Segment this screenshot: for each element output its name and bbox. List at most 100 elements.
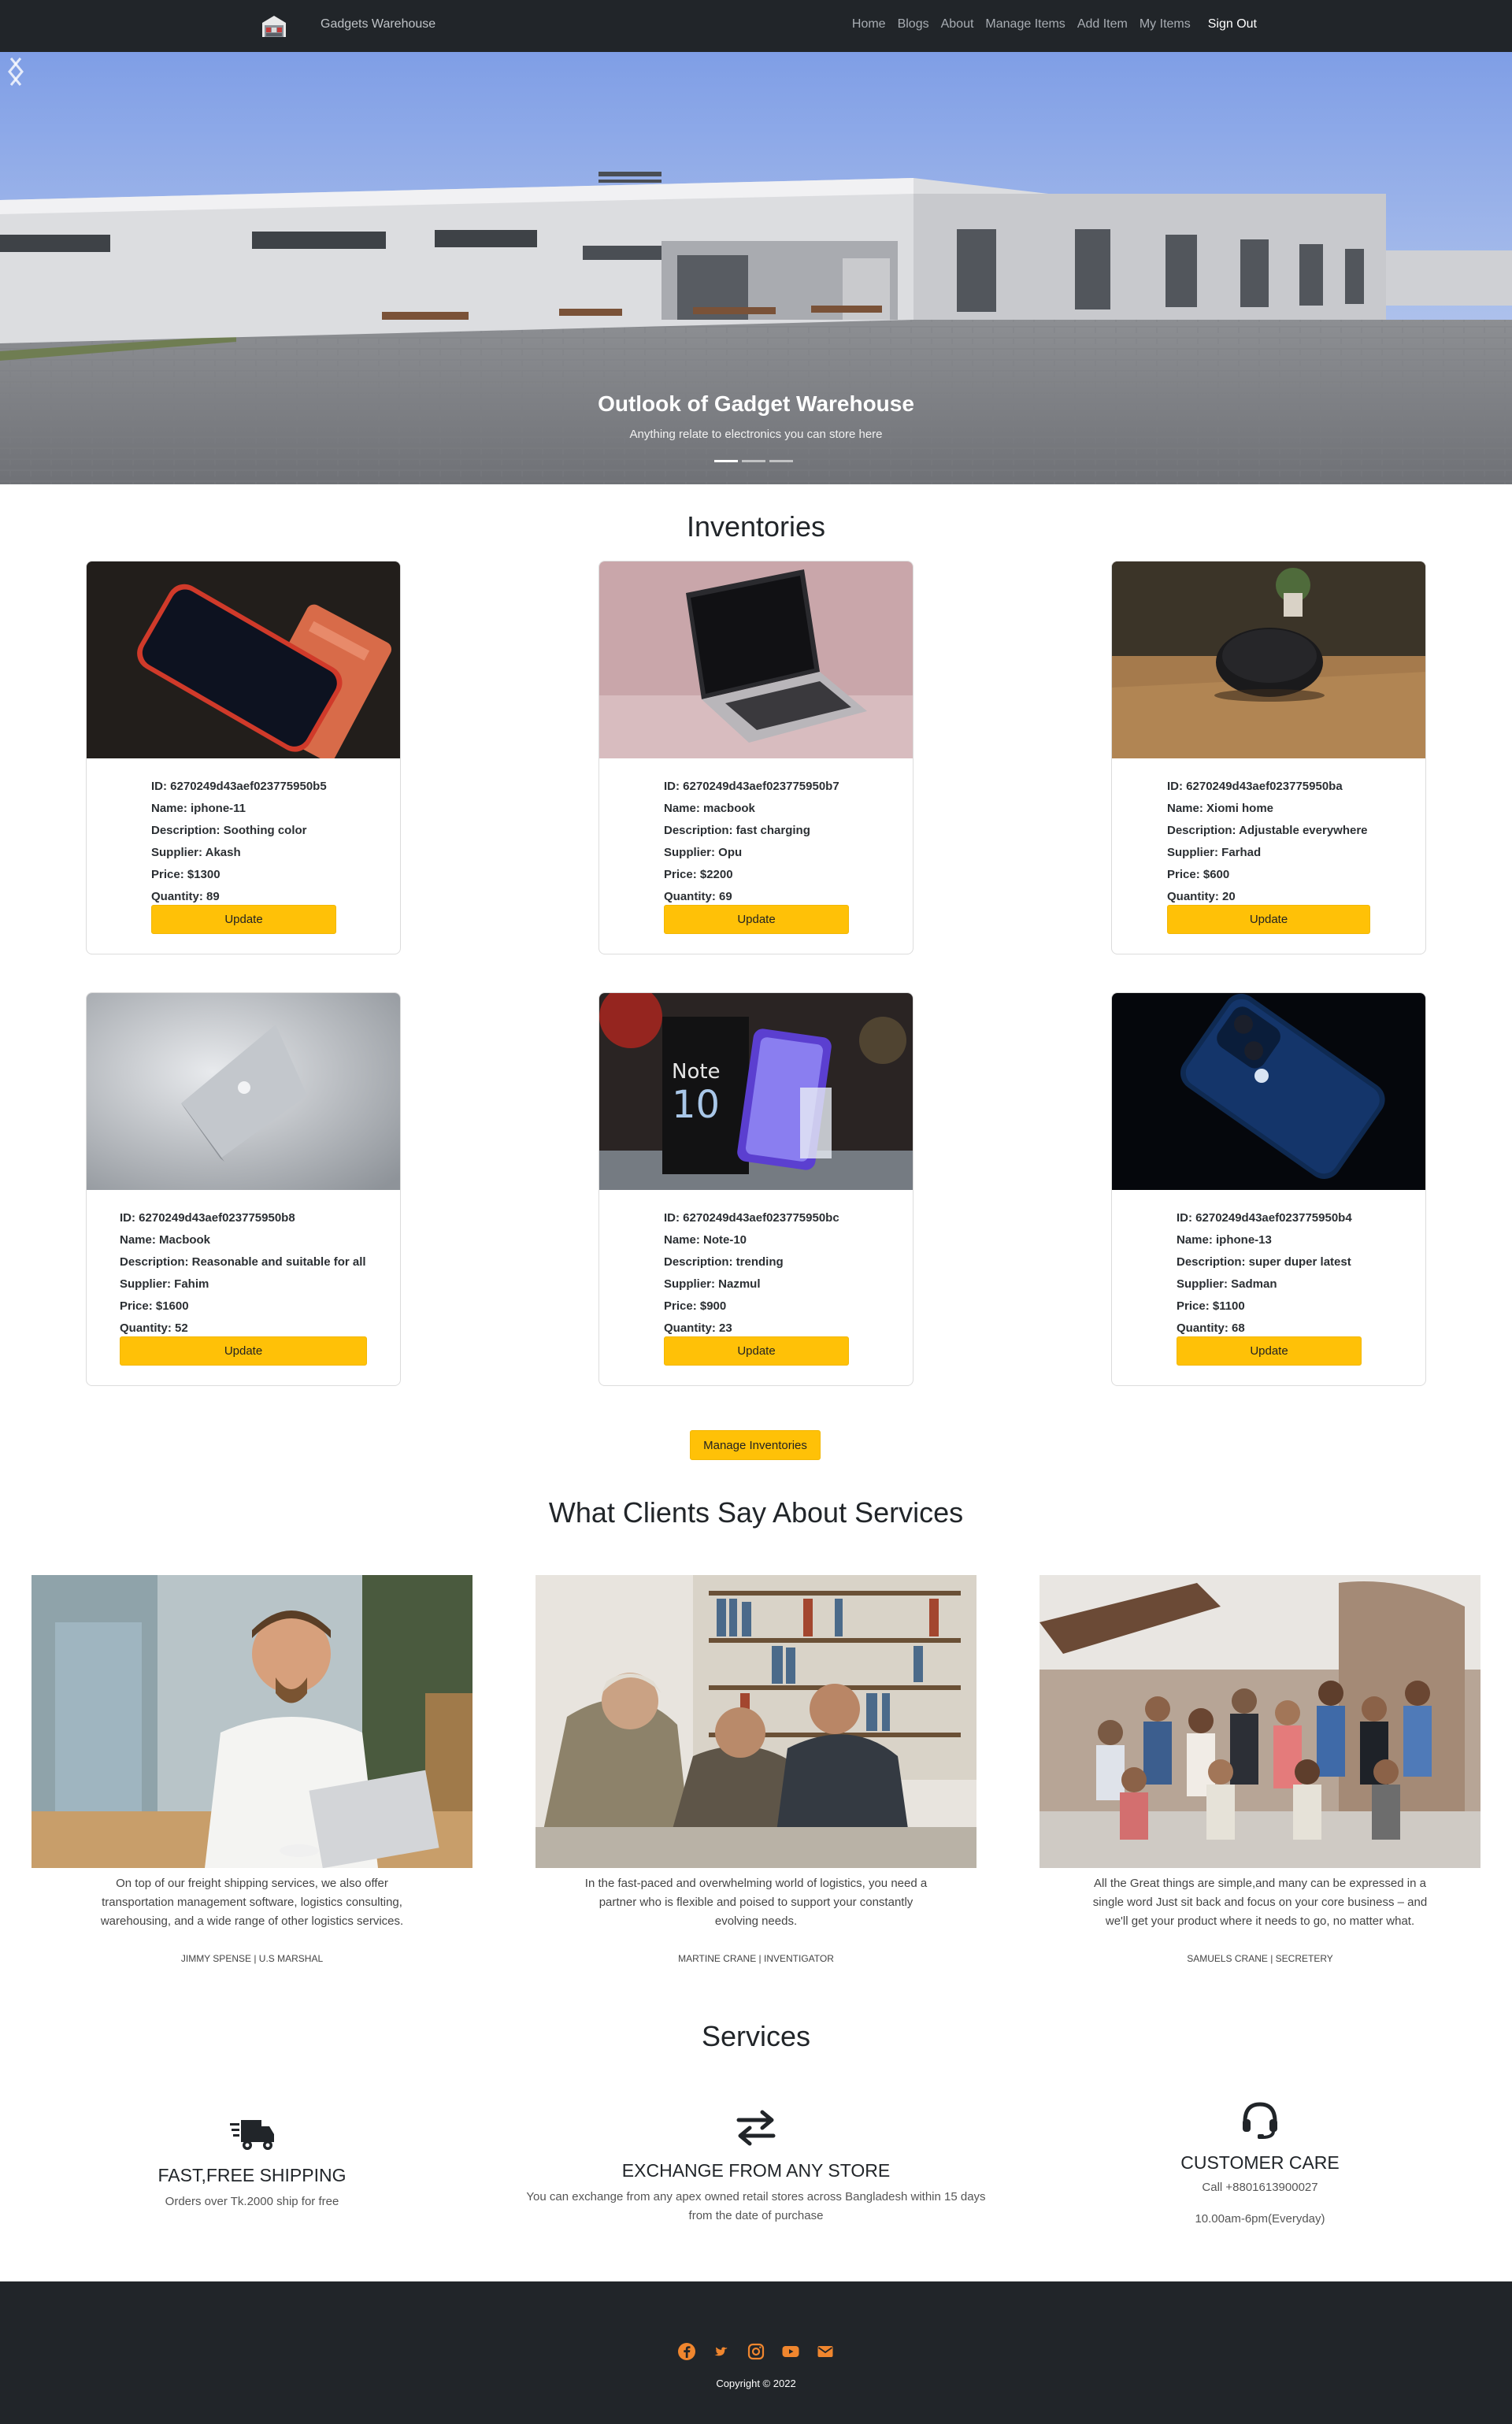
product-info: ID: 6270249d43aef023775950b4 Name: iphon… [1177,1207,1352,1340]
navbar: Gadgets Warehouse Home Blogs About Manag… [0,0,1512,52]
testimonial-photo [536,1575,976,1868]
carousel-next-icon[interactable] [0,52,32,91]
hero-title: Outlook of Gadget Warehouse [598,391,914,416]
update-button[interactable]: Update [1177,1336,1362,1366]
testimonial-card: In the fast-paced and overwhelming world… [536,1575,976,1964]
svg-text:Note: Note [672,1060,721,1084]
service-desc: You can exchange from any apex owned ret… [526,2190,986,2203]
testimonial-quote: On top of our freight shipping services,… [100,1877,404,1928]
inventory-card: ID: 6270249d43aef023775950ba Name: Xiomi… [1111,561,1426,954]
product-name: Name: Note-10 [664,1233,747,1247]
update-button[interactable]: Update [664,905,849,934]
hero-caption: Outlook of Gadget Warehouse Anything rel… [0,391,1512,441]
product-image-macbook-silver [87,993,400,1190]
inventory-card: ID: 6270249d43aef023775950b4 Name: iphon… [1111,992,1426,1386]
facebook-icon[interactable] [677,2342,696,2361]
product-supplier: Supplier: Farhad [1167,846,1262,859]
service-title: CUSTOMER CARE [1180,2152,1340,2173]
product-id: ID: 6270249d43aef023775950ba [1167,780,1343,793]
testimonial-quote: In the fast-paced and overwhelming world… [584,1877,928,1928]
nav-link-blogs[interactable]: Blogs [898,17,929,32]
product-supplier: Supplier: Akash [151,846,241,859]
product-name: Name: iphone-13 [1177,1233,1272,1247]
service-customer-care: CUSTOMER CARE Call +8801613900027 10.00a… [1102,2098,1418,2229]
twitter-icon[interactable] [712,2342,731,2361]
svg-text:10: 10 [672,1083,720,1127]
service-shipping: FAST,FREE SHIPPING Orders over Tk.2000 s… [94,2115,410,2211]
product-price: Price: $900 [664,1299,727,1313]
service-desc: Orders over Tk.2000 ship for free [165,2195,339,2208]
footer: Copyright © 2022 [0,2281,1512,2424]
testimonial-author: JIMMY SPENSE | U.S MARSHAL [180,1953,324,1964]
product-info: ID: 6270249d43aef023775950b7 Name: macbo… [664,776,839,908]
warehouse-logo-icon[interactable] [260,12,288,40]
update-button[interactable]: Update [120,1336,367,1366]
product-info: ID: 6270249d43aef023775950b5 Name: iphon… [151,776,327,908]
testimonial-photo [32,1575,472,1868]
nav-link-about[interactable]: About [941,17,974,32]
inventory-card: ID: 6270249d43aef023775950b5 Name: iphon… [86,561,401,954]
product-price: Price: $600 [1167,868,1230,881]
service-hours: 10.00am-6pm(Everyday) [1195,2212,1325,2226]
manage-inventories-button[interactable]: Manage Inventories [690,1430,821,1460]
services-title: Services [701,2020,811,2052]
inventory-card: ID: 6270249d43aef023775950b8 Name: Macbo… [86,992,401,1386]
nav-links: Home Blogs About Manage Items Add Item M… [840,17,1257,32]
service-exchange: EXCHANGE FROM ANY STORE You can exchange… [480,2107,1032,2226]
nav-link-manage-items[interactable]: Manage Items [985,17,1065,32]
inventory-card: ID: 6270249d43aef023775950b7 Name: macbo… [598,561,914,954]
update-button[interactable]: Update [151,905,336,934]
update-button[interactable]: Update [664,1336,849,1366]
testimonial-quote: All the Great things are simple,and many… [1092,1877,1428,1928]
product-info: ID: 6270249d43aef023775950ba Name: Xiomi… [1167,776,1368,908]
product-supplier: Supplier: Nazmul [664,1277,761,1291]
sign-out-link[interactable]: Sign Out [1208,17,1257,32]
product-price: Price: $1600 [120,1299,189,1313]
product-image-iphone-13 [1112,993,1425,1190]
hero-subtitle: Anything relate to electronics you can s… [629,428,883,441]
carousel-indicator-1[interactable] [714,460,738,462]
carousel-indicator-3[interactable] [769,460,793,462]
product-description: Description: trending [664,1255,784,1269]
exchange-icon [736,2110,776,2146]
product-id: ID: 6270249d43aef023775950b5 [151,780,327,793]
product-image-iphone-11 [87,562,400,758]
testimonials-title: What Clients Say About Services [548,1496,964,1529]
update-button[interactable]: Update [1167,905,1370,934]
headset-icon [1243,2102,1277,2139]
product-supplier: Supplier: Opu [664,846,743,859]
product-id: ID: 6270249d43aef023775950b8 [120,1211,295,1225]
testimonial-author: SAMUELS CRANE | SECRETERY [1187,1953,1333,1964]
product-image-xiomi-home [1112,562,1425,758]
nav-link-add-item[interactable]: Add Item [1077,17,1128,32]
product-image-macbook [599,562,913,758]
product-image-note-10: Note 10 [599,993,913,1190]
nav-link-my-items[interactable]: My Items [1140,17,1191,32]
product-description: Description: Adjustable everywhere [1167,824,1368,837]
testimonial-card: All the Great things are simple,and many… [1040,1575,1480,1964]
brand-name[interactable]: Gadgets Warehouse [321,17,435,32]
product-info: ID: 6270249d43aef023775950bc Name: Note-… [664,1207,839,1340]
testimonial-photo [1040,1575,1480,1868]
carousel-indicator-2[interactable] [742,460,765,462]
envelope-icon[interactable] [816,2342,835,2361]
service-title: FAST,FREE SHIPPING [158,2165,346,2185]
service-phone: Call +8801613900027 [1202,2181,1318,2194]
inventory-card: Note 10 ID: 6270249d43aef023775950bc Nam… [598,992,914,1386]
instagram-icon[interactable] [747,2342,765,2361]
product-description: Description: fast charging [664,824,810,837]
product-name: Name: Xiomi home [1167,802,1274,815]
product-description: Description: Reasonable and suitable for… [120,1255,366,1269]
youtube-icon[interactable] [781,2342,800,2361]
inventories-title: Inventories [686,510,826,543]
product-price: Price: $1300 [151,868,220,881]
product-price: Price: $2200 [664,868,733,881]
product-name: Name: macbook [664,802,755,815]
nav-link-home[interactable]: Home [852,17,886,32]
product-supplier: Supplier: Sadman [1177,1277,1277,1291]
product-info: ID: 6270249d43aef023775950b8 Name: Macbo… [120,1207,366,1340]
product-id: ID: 6270249d43aef023775950bc [664,1211,839,1225]
service-title: EXCHANGE FROM ANY STORE [621,2160,891,2181]
copyright: Copyright © 2022 [716,2378,796,2389]
service-desc: from the date of purchase [688,2209,824,2222]
